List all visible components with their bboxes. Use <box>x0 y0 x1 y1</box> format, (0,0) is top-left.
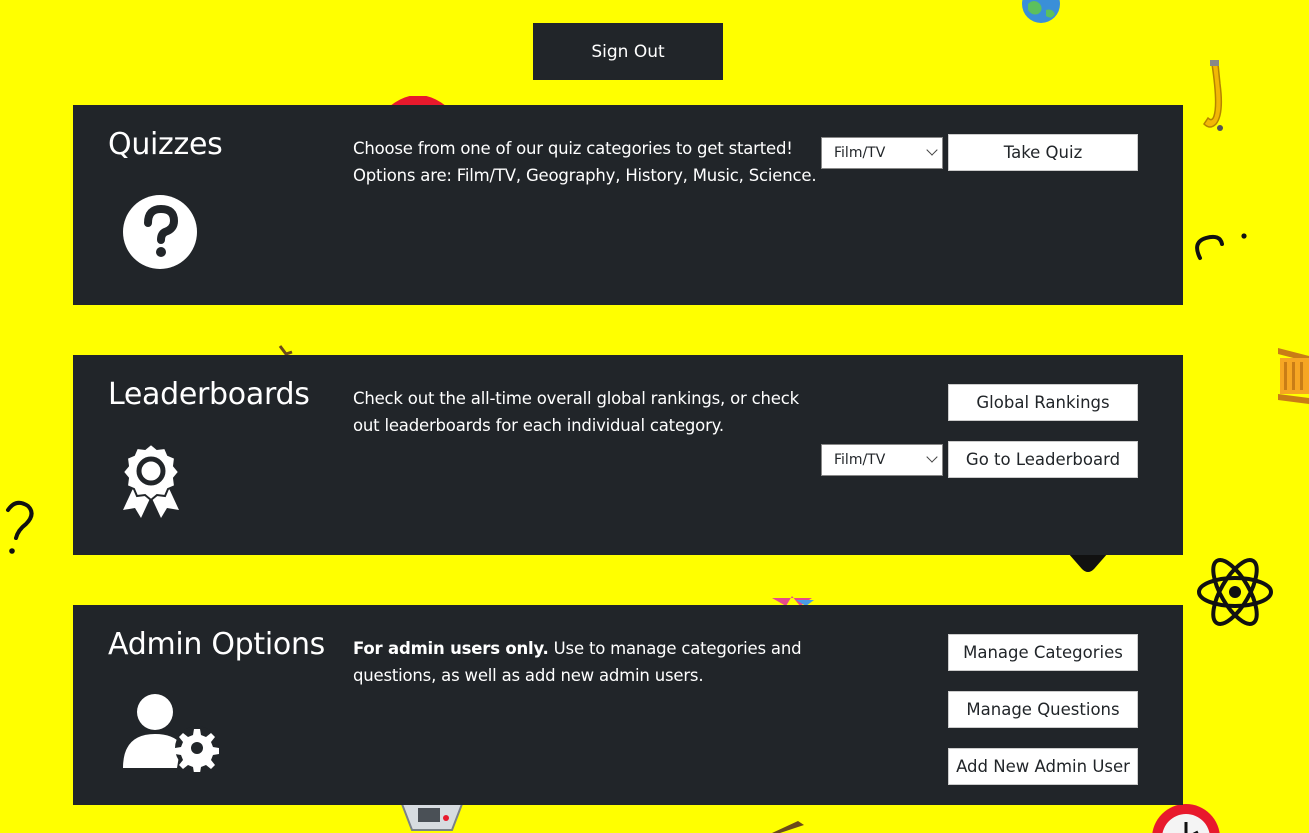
speech-pointer <box>1068 553 1108 572</box>
quizzes-title: Quizzes <box>108 127 223 162</box>
question-mark-icon <box>1195 233 1247 260</box>
manage-questions-button[interactable]: Manage Questions <box>948 691 1138 728</box>
question-mark-icon <box>6 500 34 554</box>
question-circle-icon <box>123 195 197 269</box>
globe-icon <box>1022 0 1060 23</box>
quiz-category-select[interactable]: Film/TV <box>821 137 943 169</box>
chevron-down-icon <box>926 451 938 463</box>
take-quiz-button[interactable]: Take Quiz <box>948 134 1138 171</box>
leaderboard-category-select[interactable]: Film/TV <box>821 444 943 476</box>
quiz-category-select-value: Film/TV <box>834 145 886 161</box>
chevron-down-icon <box>926 144 938 156</box>
quizzes-panel: Quizzes Choose from one of our quiz cate… <box>73 105 1183 305</box>
quizzes-description: Choose from one of our quiz categories t… <box>353 139 817 185</box>
tv-icon <box>400 804 464 831</box>
sign-out-button[interactable]: Sign Out <box>533 23 723 80</box>
saxophone-icon <box>1203 60 1223 131</box>
add-admin-user-button[interactable]: Add New Admin User <box>948 748 1138 785</box>
leaderboard-category-select-value: Film/TV <box>834 452 886 468</box>
award-ribbon-icon <box>121 442 181 518</box>
clock-icon <box>1152 804 1220 833</box>
admin-options-title: Admin Options <box>108 627 325 662</box>
guitar-neck-doodle <box>772 821 804 833</box>
admin-description: For admin users only. Use to manage cate… <box>353 635 823 689</box>
global-rankings-button[interactable]: Global Rankings <box>948 384 1138 421</box>
leaderboards-description: Check out the all-time overall global ra… <box>353 389 799 435</box>
column-building-icon <box>1278 348 1309 404</box>
user-gear-icon <box>123 694 219 772</box>
atom-icon <box>1197 558 1273 626</box>
leaderboards-panel: Leaderboards Check out the all-time over… <box>73 355 1183 555</box>
admin-options-panel: Admin Options For admin users only. Use … <box>73 605 1183 805</box>
admin-description-bold: For admin users only. <box>353 639 549 658</box>
go-to-leaderboard-button[interactable]: Go to Leaderboard <box>948 441 1138 478</box>
manage-categories-button[interactable]: Manage Categories <box>948 634 1138 671</box>
leaderboards-title: Leaderboards <box>108 377 310 412</box>
